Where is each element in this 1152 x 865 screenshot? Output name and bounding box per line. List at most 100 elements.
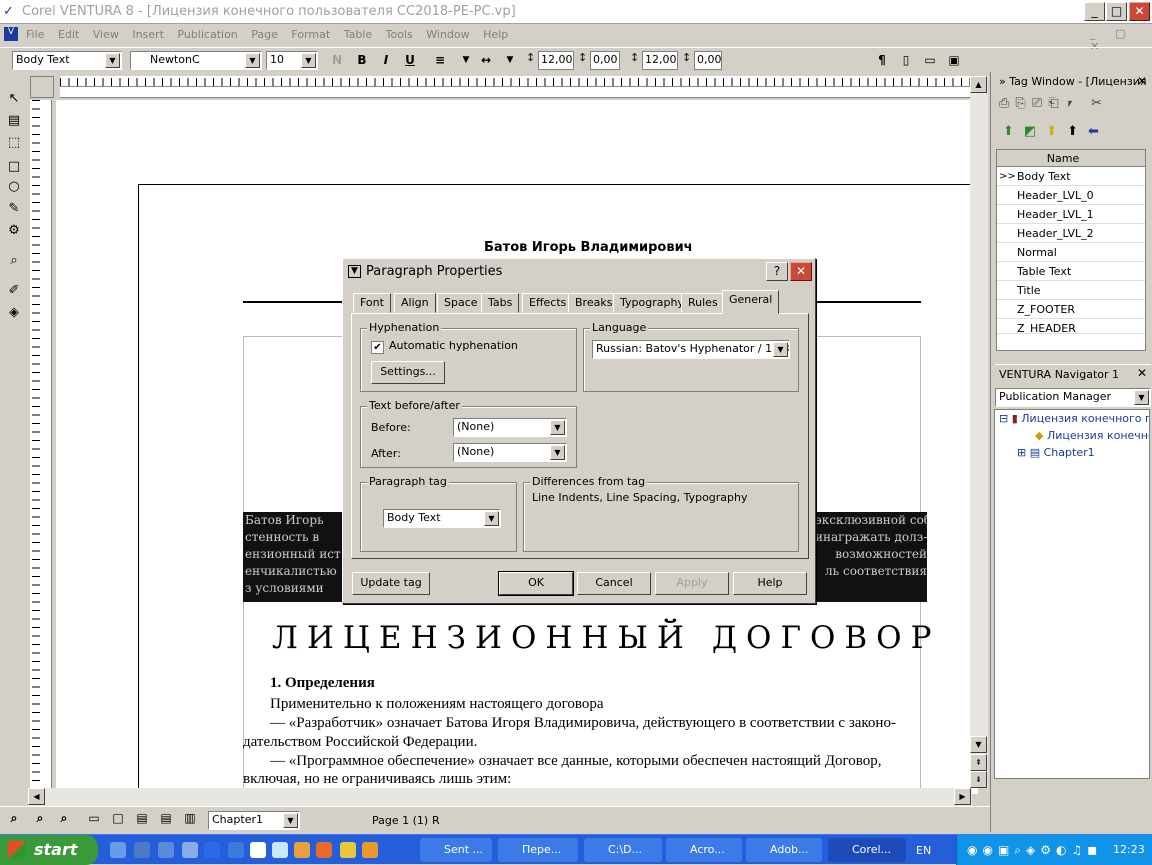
- task-button[interactable]: Adob...: [746, 838, 822, 862]
- tag-list[interactable]: Name >> Body Text Header_LVL_0 Header_LVL…: [996, 149, 1146, 351]
- expand-tree-icon[interactable]: ⊞: [1017, 446, 1026, 459]
- page-up-icon[interactable]: ⇞: [970, 754, 987, 771]
- spacing-icon[interactable]: ↔: [476, 51, 496, 71]
- tag-item[interactable]: Normal: [997, 243, 1145, 262]
- tab-font[interactable]: Font: [353, 293, 391, 313]
- menu-publication[interactable]: Publication: [177, 28, 237, 41]
- tag-combo[interactable]: Body Text ▼: [12, 51, 122, 70]
- zoom-fit-icon[interactable]: ⌕: [30, 809, 50, 829]
- quicklaunch-icon[interactable]: [110, 842, 126, 858]
- chapter-combo[interactable]: Chapter1 ▼: [208, 811, 300, 830]
- inter-line-field[interactable]: 12,00: [642, 51, 678, 70]
- freeform-text-icon[interactable]: ▤: [3, 110, 25, 132]
- tab-general[interactable]: General: [722, 290, 780, 314]
- tab-space[interactable]: Space: [437, 293, 485, 313]
- tree-item-publication[interactable]: ⊟ ▮ Лицензия конечного по: [995, 410, 1149, 427]
- tab-typography[interactable]: Typography: [613, 293, 691, 313]
- firefox-icon[interactable]: [316, 842, 332, 858]
- scroll-down-icon[interactable]: ▼: [970, 736, 987, 753]
- paragraph-tag-select[interactable]: Body Text ▼: [383, 509, 501, 528]
- menu-help[interactable]: Help: [483, 28, 508, 41]
- fill-tool-icon[interactable]: ◈: [3, 302, 25, 324]
- tag-item[interactable]: Table Text: [997, 262, 1145, 281]
- horizontal-scrollbar[interactable]: ◀ ▶: [28, 788, 972, 806]
- page-icon[interactable]: □: [108, 809, 128, 829]
- cancel-button[interactable]: Cancel: [577, 572, 651, 595]
- menu-tools[interactable]: Tools: [386, 28, 413, 41]
- vertical-scrollbar[interactable]: ▲ ▼ ⇞ ⇟: [970, 76, 988, 788]
- copy-editor-icon[interactable]: ▣: [944, 51, 964, 71]
- spread-icon[interactable]: ▥: [180, 809, 200, 829]
- tag-item[interactable]: Header_LVL_1: [997, 205, 1145, 224]
- quicklaunch-icon[interactable]: [134, 842, 150, 858]
- tag-list-header[interactable]: Name: [997, 150, 1145, 167]
- menu-page[interactable]: Page: [251, 28, 278, 41]
- task-button-active[interactable]: Corel...: [828, 838, 906, 862]
- tag-item[interactable]: Z_HEADER: [997, 319, 1145, 334]
- inter-para-field[interactable]: 0,00: [694, 51, 722, 70]
- navigator-tree[interactable]: ⊟ ▮ Лицензия конечного по ◆ Лицензия кон…: [994, 409, 1150, 779]
- spacing-dropdown-icon[interactable]: ▼: [500, 51, 520, 71]
- tag-item[interactable]: Header_LVL_2: [997, 224, 1145, 243]
- ventura-icon[interactable]: [250, 842, 266, 858]
- language-indicator[interactable]: EN: [916, 844, 931, 857]
- tab-effects[interactable]: Effects: [522, 293, 574, 313]
- help-icon[interactable]: ?: [766, 262, 788, 281]
- tray-icons[interactable]: ◉◉▣⌕◈⚙◐♫◼: [967, 843, 1102, 858]
- language-select[interactable]: Russian: Batov's Hyphenator / 1.63 ▼: [592, 340, 790, 359]
- space-below-field[interactable]: 0,00: [590, 51, 620, 70]
- frame-icon[interactable]: ▭: [84, 809, 104, 829]
- tab-align[interactable]: Align: [394, 293, 436, 313]
- minimize-button[interactable]: _: [1084, 2, 1105, 21]
- outline-tool-icon[interactable]: ✐: [3, 280, 25, 302]
- quicklaunch-icon[interactable]: [158, 842, 174, 858]
- quicklaunch-icon[interactable]: [362, 842, 378, 858]
- quicklaunch-icon[interactable]: [228, 842, 244, 858]
- tab-tabs[interactable]: Tabs: [481, 293, 520, 313]
- font-combo[interactable]: NewtonC ▼: [130, 51, 262, 70]
- horizontal-ruler[interactable]: [60, 76, 972, 98]
- quicklaunch-icon[interactable]: [182, 842, 198, 858]
- expand-icon[interactable]: »: [999, 75, 1006, 88]
- size-combo[interactable]: 10 ▼: [266, 51, 318, 70]
- scroll-up-icon[interactable]: ▲: [970, 76, 987, 93]
- tab-rules[interactable]: Rules: [681, 293, 725, 313]
- quicklaunch-icon[interactable]: [340, 842, 356, 858]
- navigator-close-icon[interactable]: ✕: [1137, 366, 1147, 380]
- quicklaunch-icon[interactable]: [294, 842, 310, 858]
- quicklaunch-icon[interactable]: [272, 842, 288, 858]
- help-button[interactable]: Help: [733, 572, 807, 595]
- scroll-left-icon[interactable]: ◀: [28, 788, 45, 805]
- page-view-icon[interactable]: ▯: [896, 51, 916, 71]
- menu-view[interactable]: View: [93, 28, 119, 41]
- close-button[interactable]: ✕: [1129, 2, 1150, 21]
- pick-tool-icon[interactable]: ↖: [3, 88, 25, 110]
- task-button[interactable]: Acro...: [666, 838, 742, 862]
- space-above-field[interactable]: 12,00: [538, 51, 574, 70]
- italic-button[interactable]: I: [376, 51, 396, 71]
- menu-file[interactable]: File: [26, 28, 44, 41]
- ruler-origin[interactable]: [30, 76, 54, 98]
- navigator-mode-combo[interactable]: Publication Manager ▼: [995, 388, 1151, 407]
- before-select[interactable]: (None) ▼: [453, 418, 567, 437]
- draft-view-icon[interactable]: ▭: [920, 51, 940, 71]
- vertical-ruler[interactable]: [30, 100, 52, 790]
- tree-item-document[interactable]: ◆ Лицензия конечно: [995, 427, 1149, 444]
- ie-icon[interactable]: [204, 842, 220, 858]
- tag-item[interactable]: Title: [997, 281, 1145, 300]
- task-button[interactable]: Пере...: [498, 838, 578, 862]
- tag-item[interactable]: Z_FOOTER: [997, 300, 1145, 319]
- right-page-icon[interactable]: ▤: [156, 809, 176, 829]
- after-select[interactable]: (None) ▼: [453, 443, 567, 462]
- tag-item[interactable]: >> Body Text: [997, 167, 1145, 186]
- tag-toolbar-row2[interactable]: ⬆◩⬆⬆⬅: [1003, 124, 1109, 139]
- menu-insert[interactable]: Insert: [132, 28, 164, 41]
- align-dropdown-icon[interactable]: ▼: [456, 51, 476, 71]
- doc-menu-icon[interactable]: V: [4, 27, 18, 41]
- rectangle-tool-icon[interactable]: □: [3, 156, 25, 178]
- menu-window[interactable]: Window: [426, 28, 469, 41]
- show-returns-icon[interactable]: ¶: [872, 51, 892, 71]
- tree-item-chapter[interactable]: ⊞ ▤ Chapter1: [995, 444, 1149, 461]
- update-tag-button[interactable]: Update tag: [352, 572, 430, 595]
- underline-button[interactable]: U: [400, 51, 420, 71]
